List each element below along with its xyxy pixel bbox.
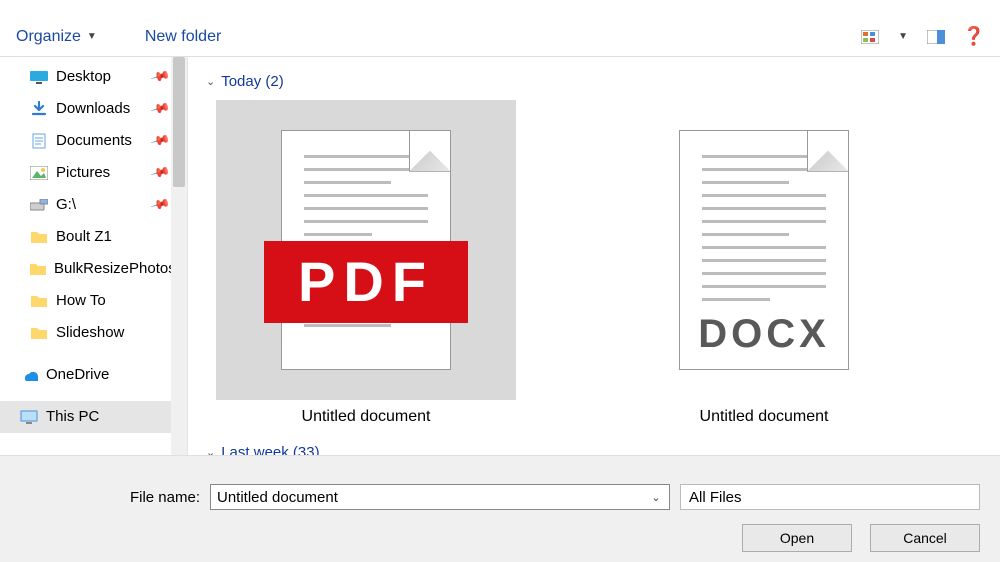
sidebar-item-documents[interactable]: Documents 📌 (0, 125, 172, 157)
desktop-icon (30, 69, 48, 85)
file-list-pane[interactable]: ⌄ Today (2) PDF Untitled document (188, 57, 1000, 455)
sidebar-item-g-drive[interactable]: G:\ 📌 (0, 189, 172, 221)
sidebar-item-slideshow[interactable]: Slideshow (0, 317, 172, 349)
sidebar-item-downloads[interactable]: Downloads 📌 (0, 93, 172, 125)
body: Desktop 📌 Downloads 📌 Documents 📌 Pictur… (0, 57, 1000, 455)
pin-icon: 📌 (149, 130, 171, 152)
filename-input[interactable]: Untitled document ⌄ (210, 484, 670, 510)
organize-menu[interactable]: Organize ▼ (16, 28, 97, 46)
thispc-icon (20, 409, 38, 425)
pin-icon: 📌 (149, 162, 171, 184)
file-type-filter[interactable]: All Files (680, 484, 980, 510)
filename-label: File name: (20, 489, 200, 506)
file-tile-docx[interactable]: DOCX Untitled document (614, 100, 914, 426)
file-name-label: Untitled document (614, 408, 914, 426)
pictures-icon (30, 165, 48, 181)
open-button[interactable]: Open (742, 524, 852, 552)
file-tile-pdf[interactable]: PDF Untitled document (216, 100, 516, 426)
help-icon[interactable]: ❓ (964, 29, 984, 45)
cancel-button[interactable]: Cancel (870, 524, 980, 552)
docx-file-icon: DOCX (679, 130, 849, 370)
organize-label: Organize (16, 28, 81, 46)
scrollbar-thumb[interactable] (173, 57, 185, 187)
pin-icon: 📌 (149, 194, 171, 216)
document-icon (30, 133, 48, 149)
drive-icon (30, 197, 48, 213)
sidebar-item-bulkresize[interactable]: BulkResizePhotos (0, 253, 172, 285)
sidebar-item-howto[interactable]: How To (0, 285, 172, 317)
download-icon (30, 101, 48, 117)
folder-icon (30, 261, 46, 277)
pdf-file-icon: PDF (281, 130, 451, 370)
new-folder-button[interactable]: New folder (145, 28, 221, 46)
dropdown-icon: ▼ (87, 31, 97, 42)
pin-icon: 📌 (149, 66, 171, 88)
group-lastweek[interactable]: ⌄ Last week (33) (206, 444, 982, 455)
dropdown-icon[interactable]: ⌄ (645, 487, 667, 507)
bottom-panel: File name: Untitled document ⌄ All Files… (0, 455, 1000, 562)
toolbar: Organize ▼ New folder ▼ ❓ (0, 17, 1000, 55)
view-dropdown-icon[interactable]: ▼ (898, 31, 908, 42)
folder-icon (30, 229, 48, 245)
sidebar-item-desktop[interactable]: Desktop 📌 (0, 61, 172, 93)
sidebar-item-thispc[interactable]: This PC (0, 401, 172, 433)
view-options-icon[interactable] (860, 29, 880, 45)
folder-icon (30, 293, 48, 309)
open-file-dialog: Organize ▼ New folder ▼ ❓ Desktop 📌 (0, 0, 1000, 562)
address-bar-row (0, 0, 1000, 17)
sidebar-item-boult[interactable]: Boult Z1 (0, 221, 172, 253)
group-today[interactable]: ⌄ Today (2) (206, 73, 982, 90)
sidebar-item-onedrive[interactable]: OneDrive (0, 359, 172, 391)
pin-icon: 📌 (149, 98, 171, 120)
chevron-down-icon: ⌄ (206, 446, 215, 455)
folder-icon (30, 325, 48, 341)
preview-pane-icon[interactable] (926, 29, 946, 45)
chevron-down-icon: ⌄ (206, 75, 215, 88)
sidebar-item-pictures[interactable]: Pictures 📌 (0, 157, 172, 189)
navigation-pane: Desktop 📌 Downloads 📌 Documents 📌 Pictur… (0, 57, 188, 455)
onedrive-icon (20, 367, 38, 383)
sidebar-scrollbar[interactable] (171, 57, 187, 455)
file-name-label: Untitled document (216, 408, 516, 426)
